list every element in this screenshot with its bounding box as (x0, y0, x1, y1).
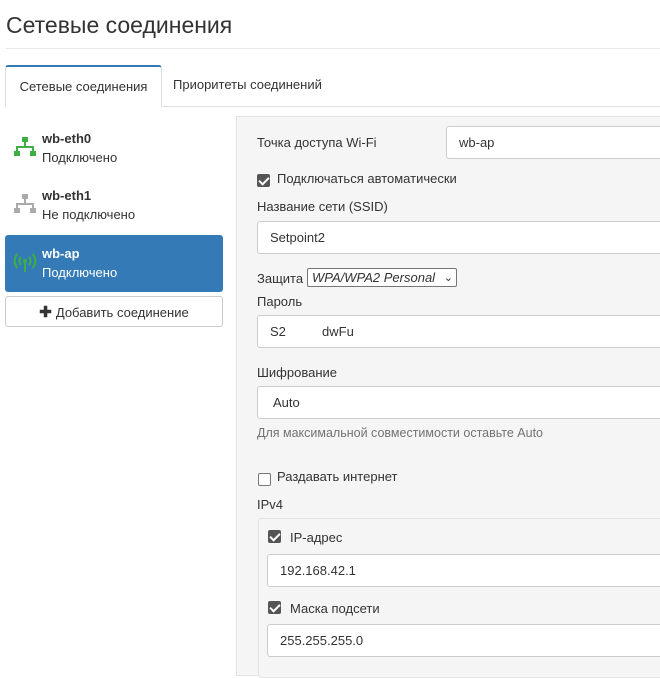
ssid-field[interactable]: Setpoint2 (257, 221, 660, 254)
tab-bar: Сетевые соединения Приоритеты соединений (5, 65, 660, 107)
subnet-mask-field[interactable]: 255.255.255.0 (267, 624, 660, 657)
autoconnect-checkbox[interactable] (257, 174, 270, 187)
ethernet-icon (14, 194, 36, 213)
ip-address-field[interactable]: 192.168.42.1 (267, 554, 660, 587)
ip-address-label: IP-адрес (290, 530, 343, 545)
security-select-value: WPA/WPA2 Personal (312, 270, 436, 285)
connection-settings-panel: Точка доступа Wi-Fi wb-ap Подключаться а… (236, 116, 660, 678)
tab-connection-priorities[interactable]: Приоритеты соединений (163, 65, 332, 105)
connection-item-wb-eth0[interactable]: wb-eth0 Подключено (5, 120, 223, 177)
ip-address-checkbox[interactable] (268, 530, 281, 543)
add-connection-button[interactable]: ✚ Добавить соединение (5, 296, 223, 327)
plus-icon: ✚ (39, 304, 52, 321)
page-title: Сетевые соединения (6, 12, 233, 38)
security-select[interactable]: WPA/WPA2 Personal ⌄ (307, 268, 457, 287)
subnet-mask-checkbox[interactable] (268, 601, 281, 614)
encryption-select[interactable]: Auto (257, 386, 660, 419)
password-field[interactable]: S2 dwFu (257, 315, 660, 348)
connection-status: Подключено (42, 150, 118, 165)
autoconnect-label: Подключаться автоматически (277, 171, 457, 186)
connection-item-wb-ap[interactable]: wb-ap Подключено (5, 235, 223, 292)
password-label: Пароль (257, 294, 303, 309)
ipv4-label: IPv4 (257, 497, 284, 512)
connection-status: Не подключено (42, 207, 136, 222)
chevron-down-icon: ⌄ (443, 272, 453, 284)
connection-name: wb-eth0 (42, 131, 92, 146)
connection-status: Подключено (42, 265, 118, 280)
wifi-ap-icon (13, 253, 37, 272)
connection-name: wb-ap (42, 246, 80, 261)
ethernet-icon (14, 137, 36, 156)
wifi-ap-field[interactable]: wb-ap (446, 126, 660, 159)
connection-item-wb-eth1[interactable]: wb-eth1 Не подключено (5, 177, 223, 234)
add-connection-label: Добавить соединение (55, 305, 189, 320)
security-label: Защита (257, 271, 304, 286)
subnet-mask-label: Маска подсети (290, 601, 380, 616)
encryption-hint: Для максимальной совместимости оставьте … (257, 426, 544, 440)
share-internet-checkbox[interactable] (258, 473, 271, 486)
title-divider (6, 48, 660, 49)
wifi-ap-label: Точка доступа Wi-Fi (257, 135, 377, 150)
ipv4-settings-box: IP-адрес 192.168.42.1 Маска подсети 255.… (258, 518, 660, 678)
tab-network-connections[interactable]: Сетевые соединения (5, 65, 162, 107)
share-internet-label: Раздавать интернет (277, 469, 398, 484)
connection-name: wb-eth1 (42, 188, 92, 203)
ssid-label: Название сети (SSID) (257, 199, 388, 214)
encryption-label: Шифрование (257, 365, 337, 380)
